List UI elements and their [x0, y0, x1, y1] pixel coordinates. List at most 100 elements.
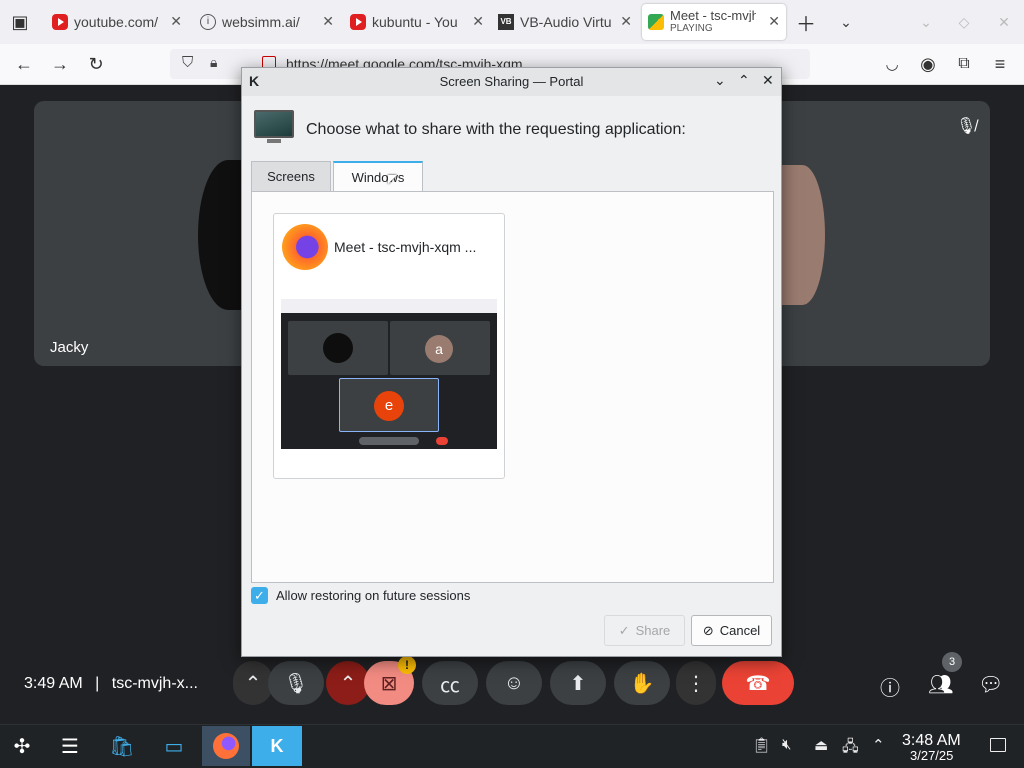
meet-icon	[648, 14, 664, 30]
close-icon[interactable]: ✕	[170, 13, 182, 30]
account-icon[interactable]: ◉	[914, 50, 942, 78]
discover-icon[interactable]: 🛍︎	[102, 726, 142, 766]
window-title: Meet - tsc-mvjh-xqm ...	[334, 239, 477, 255]
separator: |	[95, 675, 100, 692]
app-launcher-icon[interactable]: ✣	[2, 726, 42, 766]
clipboard-icon[interactable]: 📋︎	[752, 736, 771, 754]
meeting-info: 3:49 AM | tsc-mvjh-x...	[24, 675, 198, 693]
tab-vb-audio[interactable]: VB VB-Audio Virtu ✕	[498, 4, 638, 40]
youtube-icon	[350, 14, 366, 30]
close-icon[interactable]: ✕	[762, 72, 774, 89]
window-thumbnail: a e	[281, 299, 497, 449]
tab-title: kubuntu - You	[372, 14, 458, 30]
raise-hand-icon[interactable]: ✋	[614, 661, 670, 705]
reload-icon[interactable]: ↻	[82, 50, 110, 78]
tray-expand-icon[interactable]: ⌃	[872, 736, 885, 754]
meeting-code: tsc-mvjh-x...	[111, 675, 198, 692]
minimize-icon[interactable]: ⌄	[912, 8, 940, 36]
new-tab-icon[interactable]: ＋	[792, 8, 820, 36]
info-icon: i	[200, 14, 216, 30]
tab-windows[interactable]: Windows	[333, 161, 423, 191]
monitor-icon	[254, 110, 294, 146]
thumbnail-avatar: a	[425, 335, 453, 363]
checkmark-icon: ✓	[618, 622, 630, 638]
tab-bar: ▣ youtube.com/ ✕ i websimm.ai/ ✕ kubuntu…	[0, 0, 1024, 44]
network-icon[interactable]: 🖧	[842, 736, 859, 761]
audio-options-chevron-icon[interactable]: ⌃	[233, 661, 273, 705]
extensions-icon[interactable]: ⧉	[950, 50, 978, 78]
restore-checkbox[interactable]: ✓	[251, 587, 268, 604]
shield-icon[interactable]: ⛉	[182, 54, 193, 71]
meeting-time: 3:49 AM	[24, 675, 83, 692]
emoji-icon[interactable]: ☺	[486, 661, 542, 705]
present-screen-icon[interactable]: ⬆	[550, 661, 606, 705]
close-icon[interactable]: ✕	[620, 13, 632, 30]
participant-name: Jacky	[50, 339, 89, 356]
tab-websimm[interactable]: i websimm.ai/ ✕	[200, 4, 340, 40]
participant-count-badge: 3	[942, 652, 962, 672]
meeting-details-icon[interactable]: ⓘ	[880, 672, 900, 701]
share-button-label: Share	[635, 623, 671, 638]
people-icon[interactable]: 👥︎	[928, 672, 953, 697]
dialog-heading: Choose what to share with the requesting…	[306, 121, 686, 138]
tab-title: VB-Audio Virtu	[520, 14, 612, 30]
mic-off-icon: 🎙︎̸	[956, 118, 977, 135]
dialog-title: Screen Sharing — Portal	[439, 74, 584, 89]
close-icon[interactable]: ✕	[768, 13, 780, 30]
screen-sharing-dialog: K Screen Sharing — Portal ⌄ ⌃ ✕ Choose w…	[241, 67, 782, 657]
window-close-icon[interactable]: ✕	[990, 8, 1018, 36]
usb-device-icon[interactable]: ⏏	[814, 736, 828, 754]
tab-title: Meet - tsc-mvjh	[670, 9, 756, 22]
windows-panel: Meet - tsc-mvjh-xqm ... a e	[251, 191, 774, 583]
tab-youtube[interactable]: youtube.com/ ✕	[52, 4, 188, 40]
minimize-icon[interactable]: ⌄	[714, 72, 726, 89]
forward-arrow-icon[interactable]: →	[46, 50, 74, 78]
taskbar-firefox-icon[interactable]	[202, 726, 250, 766]
youtube-icon	[52, 14, 68, 30]
thumbnail-avatar: e	[374, 391, 404, 421]
share-button[interactable]: ✓ Share	[604, 615, 685, 646]
avatar	[780, 165, 825, 305]
thumbnail-end-call	[436, 437, 448, 445]
thumbnail-browser-chrome	[281, 299, 497, 313]
firefox-icon	[282, 224, 328, 270]
tab-playing-label: PLAYING	[670, 23, 713, 34]
close-icon[interactable]: ✕	[472, 13, 484, 30]
tab-overflow-chevron-icon[interactable]: ⌄	[832, 8, 860, 36]
maximize-icon[interactable]: ⌃	[738, 72, 750, 89]
end-call-icon[interactable]: ☎	[722, 661, 794, 705]
tab-screens[interactable]: Screens	[251, 161, 331, 191]
tab-title: websimm.ai/	[222, 14, 300, 30]
back-arrow-icon[interactable]: ←	[10, 50, 38, 78]
thumbnail-controls	[359, 437, 419, 445]
cancel-button[interactable]: ⊘ Cancel	[691, 615, 772, 646]
menu-icon[interactable]: ≡	[986, 50, 1014, 78]
warning-badge: !	[398, 656, 416, 674]
cursor-icon	[388, 175, 397, 184]
more-options-icon[interactable]: ⋮	[676, 661, 716, 705]
close-icon[interactable]: ✕	[322, 13, 334, 30]
tab-kubuntu[interactable]: kubuntu - You ✕	[350, 4, 490, 40]
chat-icon[interactable]: 💬︎	[978, 672, 1003, 697]
firefox-icon	[213, 733, 239, 759]
show-desktop-icon[interactable]	[990, 738, 1006, 752]
tab-list-icon[interactable]: ▣	[6, 8, 34, 36]
taskbar-kde-icon[interactable]: K	[252, 726, 302, 766]
volume-muted-icon[interactable]: 🔇︎	[782, 736, 791, 753]
maximize-icon[interactable]: ◇	[950, 8, 978, 36]
thumbnail-avatar	[323, 333, 353, 363]
clock-date[interactable]: 3/27/25	[910, 748, 953, 763]
lock-icon[interactable]: 🔒︎	[210, 54, 217, 71]
captions-icon[interactable]: ㏄	[422, 661, 478, 705]
window-card[interactable]: Meet - tsc-mvjh-xqm ... a e	[273, 213, 505, 479]
restore-checkbox-label[interactable]: Allow restoring on future sessions	[276, 588, 470, 603]
mic-icon[interactable]: 🎙︎	[268, 661, 324, 705]
vb-icon: VB	[498, 14, 514, 30]
system-settings-icon[interactable]: ☰	[50, 726, 90, 766]
kde-icon: K	[270, 735, 284, 756]
cancel-icon: ⊘	[702, 622, 714, 638]
pocket-icon[interactable]: ◡	[878, 50, 906, 78]
cancel-button-label: Cancel	[719, 623, 761, 638]
tab-meet[interactable]: Meet - tsc-mvjh PLAYING ✕	[642, 4, 786, 40]
file-manager-icon[interactable]: ▭	[154, 726, 194, 766]
